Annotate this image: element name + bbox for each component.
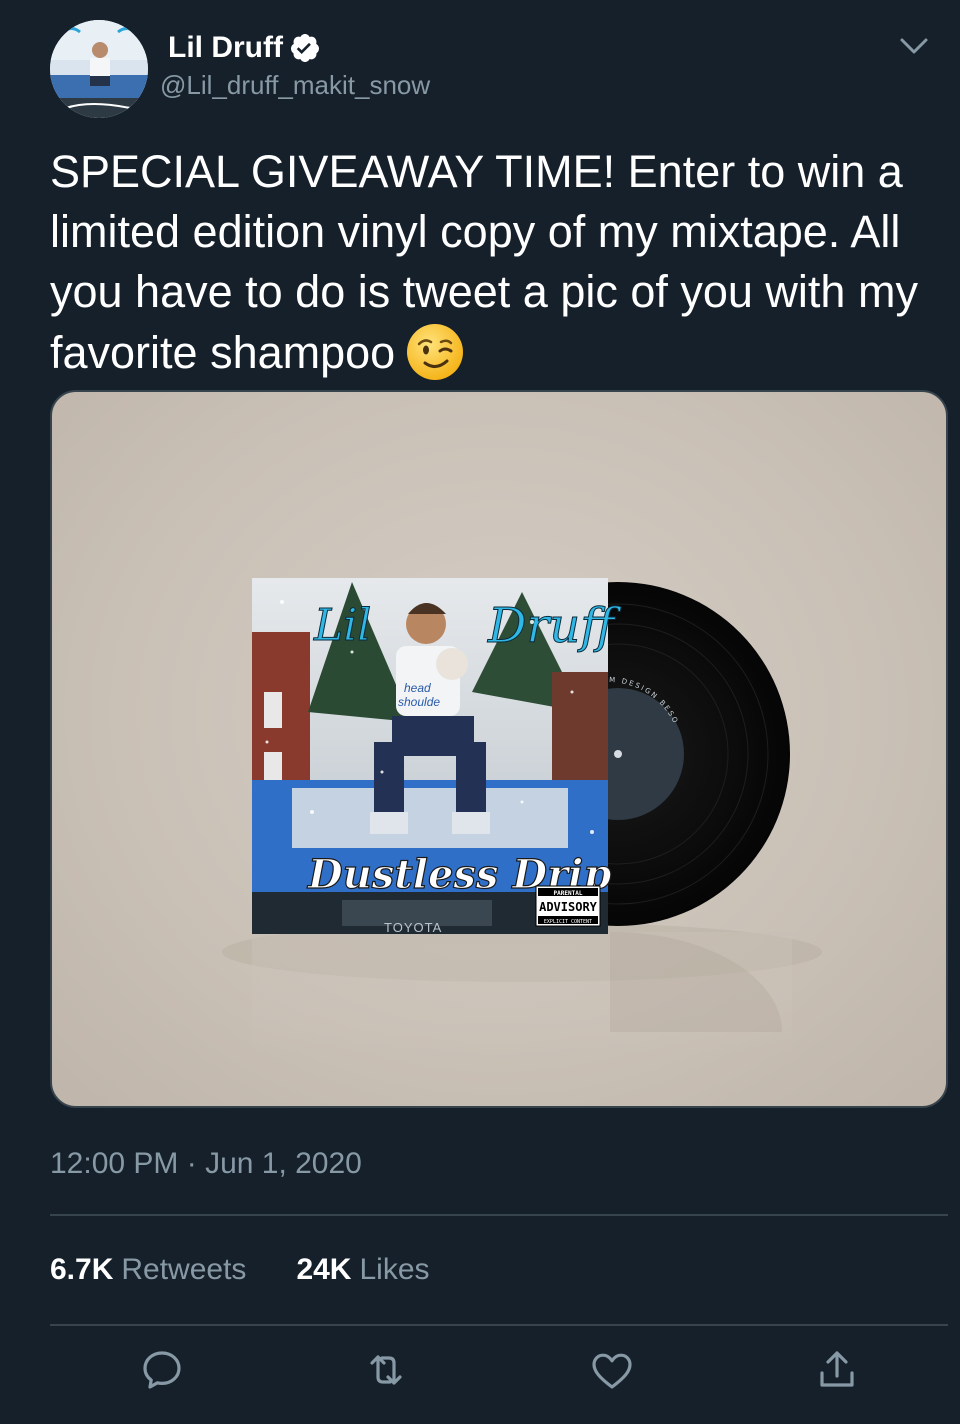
share-icon[interactable] [813, 1346, 861, 1394]
advisory-line-2: ADVISORY [539, 900, 598, 914]
likes-stat[interactable]: 24K Likes [296, 1246, 429, 1294]
album-title-left: Lil [313, 600, 371, 651]
album-title-right: Druff [487, 598, 621, 654]
tweet-body: SPECIAL GIVEAWAY TIME! Enter to win a li… [50, 146, 918, 378]
shirt-text-2: shoulde [398, 695, 440, 709]
avatar[interactable] [50, 20, 148, 118]
truck-brand-text: TOYOTA [384, 920, 442, 935]
avatar-image [50, 20, 148, 118]
tweet-text: SPECIAL GIVEAWAY TIME! Enter to win a li… [50, 142, 940, 383]
advisory-line-3: EXPLICIT CONTENT [544, 919, 592, 925]
tweet-timestamp[interactable]: 12:00 PM · Jun 1, 2020 [50, 1140, 362, 1188]
chevron-down-icon[interactable] [896, 28, 932, 64]
action-bar [0, 1340, 960, 1400]
winking-face-emoji-icon [407, 324, 464, 380]
like-heart-icon[interactable] [588, 1346, 636, 1394]
reply-icon[interactable] [138, 1346, 186, 1394]
retweets-count: 6.7K [50, 1253, 114, 1286]
album-cover: head shoulde Lil Druff Dustless Drip TOY… [252, 578, 622, 935]
likes-count: 24K [296, 1253, 352, 1286]
divider-bottom [50, 1324, 948, 1326]
album-mockup-image: PREMIUM DESIGN BESO [222, 578, 822, 1052]
retweets-stat[interactable]: 6.7K Retweets [50, 1246, 246, 1294]
verified-badge-icon [290, 34, 319, 62]
retweet-icon[interactable] [362, 1346, 410, 1394]
divider-top [50, 1214, 948, 1216]
user-handle[interactable]: @Lil_druff_makit_snow [160, 68, 430, 102]
display-name-row[interactable]: Lil Druff [168, 30, 321, 66]
advisory-line-1: PARENTAL [554, 890, 583, 897]
tweet-media[interactable]: PREMIUM DESIGN BESO [50, 390, 948, 1108]
likes-label: Likes [359, 1253, 430, 1286]
shirt-text-1: head [404, 681, 431, 695]
retweets-label: Retweets [121, 1253, 247, 1286]
tweet-stats: 6.7K Retweets 24K Likes [50, 1246, 480, 1294]
display-name[interactable]: Lil Druff [168, 30, 283, 66]
